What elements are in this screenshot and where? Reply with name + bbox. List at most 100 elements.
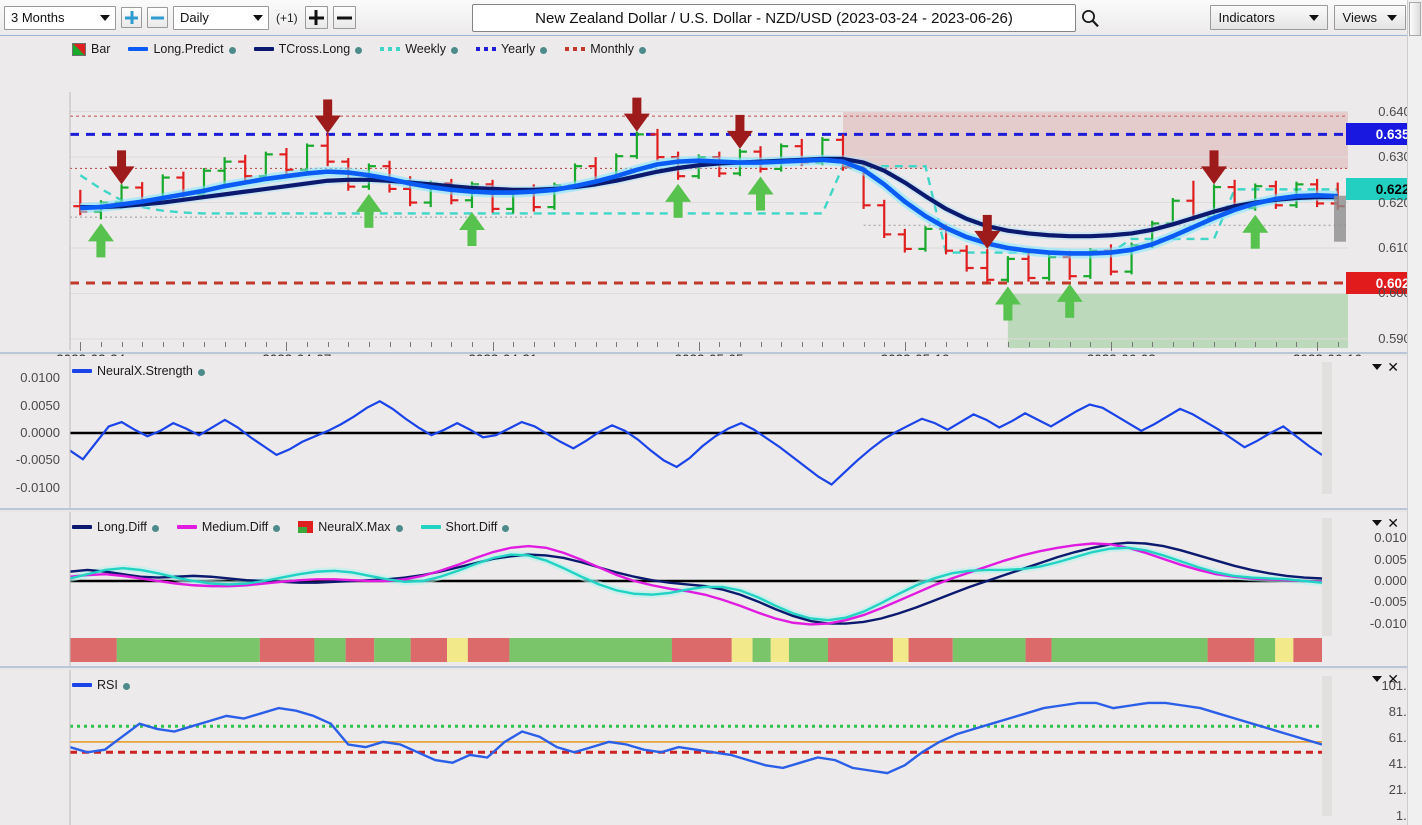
scrollbar-thumb[interactable]: [1409, 2, 1421, 36]
neuralx-max-segment: [345, 638, 375, 662]
legend-settings-dot[interactable]: [122, 683, 130, 690]
legend-label: Yearly: [500, 42, 536, 56]
bar-icon: [72, 42, 86, 56]
neuralx-strength-panel-controls: ✕: [1372, 360, 1399, 374]
views-button[interactable]: Views: [1333, 5, 1406, 30]
line-icon: [253, 47, 274, 51]
rsi-legend: RSI: [72, 678, 130, 692]
line-icon: [72, 369, 92, 373]
legend-settings-dot[interactable]: [228, 47, 236, 54]
neuralx-max-segment: [410, 638, 448, 662]
legend-item[interactable]: Short.Diff: [420, 520, 510, 534]
neuralx-max-segment: [827, 638, 893, 662]
legend-label: RSI: [97, 678, 118, 692]
range-increase-button[interactable]: [121, 7, 142, 28]
x-axis-ticks: [0, 342, 1348, 351]
y-axis-tick: 0.0000: [20, 425, 60, 440]
legend-settings-dot[interactable]: [197, 369, 205, 376]
neuralx-max-segment: [374, 638, 411, 662]
panel-divider: [0, 666, 1407, 668]
indicators-label: Indicators: [1218, 10, 1275, 25]
legend-item[interactable]: NeuralX.Max: [298, 520, 403, 534]
legend-settings-dot[interactable]: [273, 525, 281, 532]
panel-divider: [0, 508, 1407, 510]
neuralx-max-icon: [298, 521, 314, 533]
neuralx-strength-plot[interactable]: [0, 356, 1407, 508]
chevron-down-icon[interactable]: [1372, 676, 1383, 682]
neuralx-max-segment: [952, 638, 1026, 662]
panel-scroll-track: [1322, 362, 1332, 494]
offset-increase-button[interactable]: [304, 6, 328, 29]
neuralx-max-segment: [509, 638, 672, 662]
range-decrease-button[interactable]: [147, 7, 168, 28]
chevron-down-icon: [100, 14, 110, 21]
legend-settings-dot[interactable]: [355, 47, 363, 54]
y-axis-tick: -0.0050: [15, 452, 60, 468]
close-icon[interactable]: ✕: [1387, 672, 1399, 686]
interval-select-value: Daily: [180, 10, 209, 25]
legend-settings-dot[interactable]: [450, 47, 458, 54]
neuralx-max-segment: [731, 638, 753, 662]
neuralx-strength-legend: NeuralX.Strength: [72, 364, 205, 378]
panel-divider: [0, 352, 1407, 354]
interval-select[interactable]: Daily: [173, 5, 269, 30]
main-toolbar: 3 Months Daily (+1) New Zealand Dollar /…: [0, 0, 1422, 36]
legend-item[interactable]: NeuralX.Strength: [72, 364, 205, 378]
minus-icon: [336, 16, 352, 19]
legend-settings-dot[interactable]: [502, 525, 510, 532]
legend-settings-dot[interactable]: [151, 525, 159, 532]
price-plot[interactable]: [0, 36, 1407, 352]
dashed-line-icon: [380, 47, 401, 51]
panel-scroll-track: [1322, 518, 1332, 636]
neuralx-max-segment: [1207, 638, 1255, 662]
legend-label: TCross.Long: [278, 42, 351, 56]
neuralx-max-segment: [752, 638, 771, 662]
neuralx-max-segment: [1025, 638, 1052, 662]
symbol-title-field[interactable]: New Zealand Dollar / U.S. Dollar - NZD/U…: [472, 4, 1076, 32]
legend-item[interactable]: Monthly: [565, 42, 647, 56]
legend-item[interactable]: Medium.Diff: [176, 520, 281, 534]
legend-settings-dot[interactable]: [540, 47, 548, 54]
neuralx-max-segment: [116, 638, 260, 662]
indicators-button[interactable]: Indicators: [1209, 5, 1328, 30]
search-icon[interactable]: [1080, 8, 1100, 28]
neuralx-max-segment: [770, 638, 789, 662]
neuralx-max-segment: [70, 638, 117, 662]
close-icon[interactable]: ✕: [1387, 360, 1399, 374]
y-axis-tick: 0.0100: [20, 370, 60, 386]
minus-icon: [151, 16, 164, 19]
legend-item[interactable]: RSI: [72, 678, 130, 692]
rsi-y-axis: 101.0 81.0 61.0 41.0 21.0 1.0: [1334, 670, 1418, 825]
legend-label: Monthly: [590, 42, 635, 56]
dashed-line-icon: [475, 47, 496, 51]
range-select[interactable]: 3 Months: [4, 5, 116, 30]
panel-scroll-track: [1322, 676, 1332, 816]
legend-label: Long.Predict: [153, 42, 224, 56]
legend-item[interactable]: Weekly: [380, 42, 458, 56]
legend-item[interactable]: Yearly: [475, 42, 548, 56]
legend-item[interactable]: Long.Predict: [128, 42, 236, 56]
neuralx-max-segment: [314, 638, 346, 662]
legend-item[interactable]: TCross.Long: [253, 42, 363, 56]
chevron-down-icon[interactable]: [1372, 364, 1383, 370]
rsi-plot[interactable]: [0, 670, 1407, 825]
offset-decrease-button[interactable]: [332, 6, 356, 29]
line-icon: [128, 47, 149, 51]
neuralx-max-segment: [671, 638, 732, 662]
line-icon: [72, 683, 92, 687]
legend-item[interactable]: Bar: [72, 42, 110, 56]
neuralx-max-segment: [259, 638, 315, 662]
close-icon[interactable]: ✕: [1387, 516, 1399, 530]
diff-y-axis: 0.0100 0.0050 0.0000 -0.0050 -0.0100: [1334, 512, 1418, 666]
vertical-scrollbar[interactable]: [1407, 0, 1422, 825]
views-label: Views: [1342, 10, 1377, 25]
legend-settings-dot[interactable]: [639, 47, 647, 54]
legend-item[interactable]: Long.Diff: [72, 520, 159, 534]
chevron-down-icon[interactable]: [1372, 520, 1383, 526]
diff-plot[interactable]: [0, 512, 1407, 666]
legend-settings-dot[interactable]: [395, 525, 403, 532]
range-select-value: 3 Months: [11, 10, 65, 25]
line-icon: [176, 525, 197, 529]
neuralx-max-segment: [788, 638, 828, 662]
legend-label: Short.Diff: [445, 520, 498, 534]
